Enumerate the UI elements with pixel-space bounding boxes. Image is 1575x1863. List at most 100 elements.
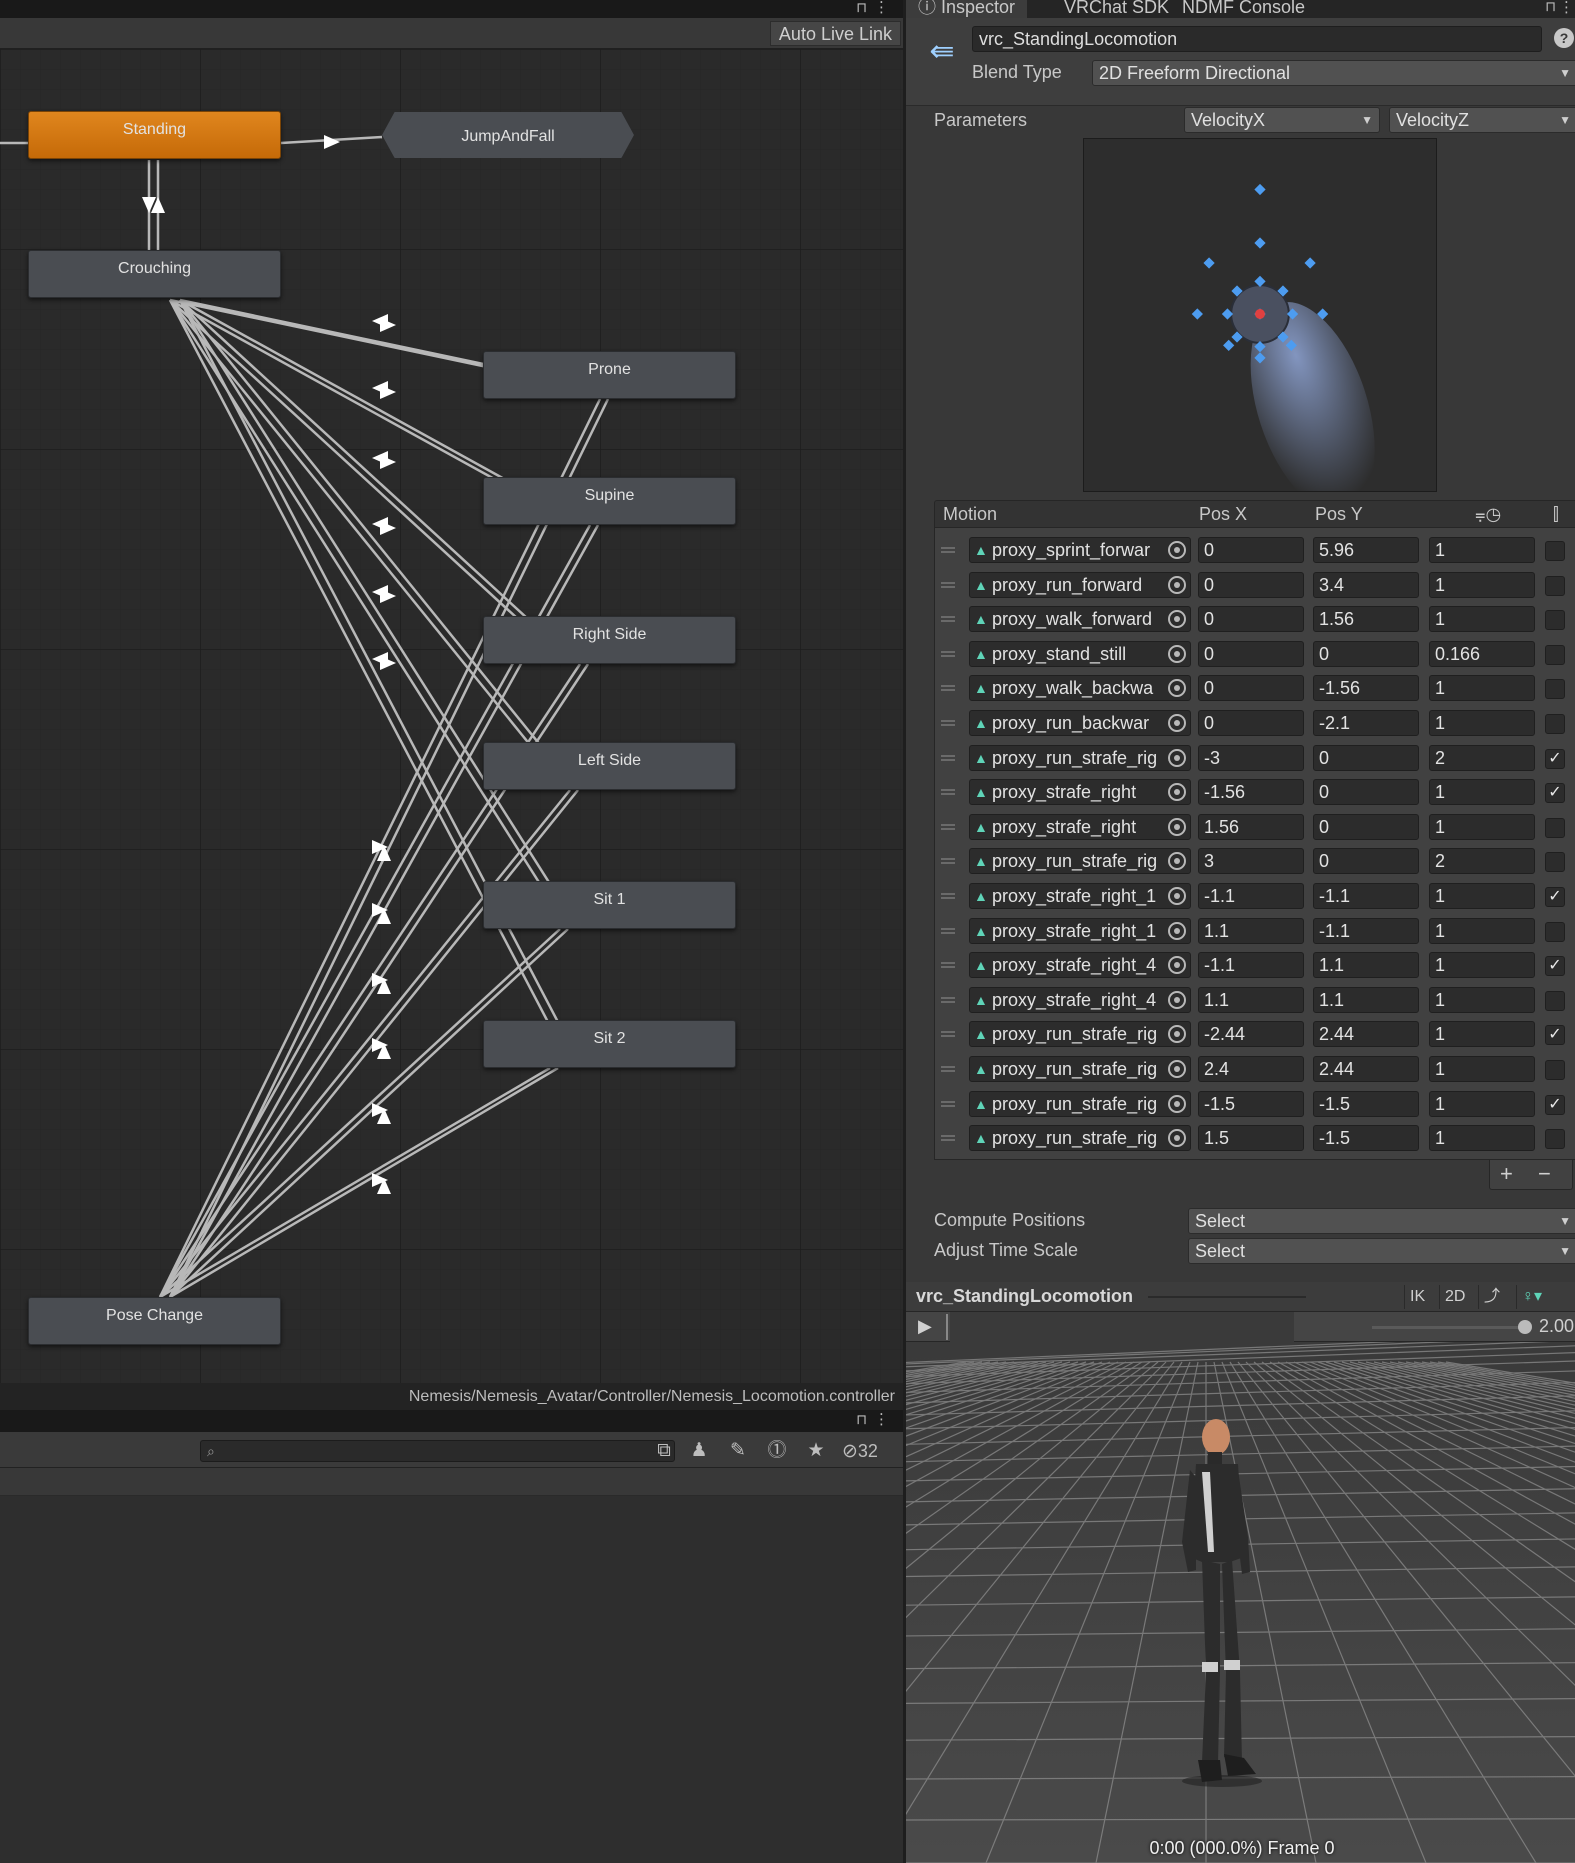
mirror-checkbox[interactable] [1545, 1129, 1565, 1150]
motion-row[interactable]: ▲ proxy_run_strafe_rig 3 0 2 [935, 845, 1575, 879]
pos-y-field[interactable]: -1.5 [1313, 1125, 1419, 1152]
motion-clip-field[interactable]: ▲ proxy_run_strafe_rig [969, 1056, 1191, 1082]
mirror-checkbox[interactable] [1545, 541, 1565, 561]
drag-handle-icon[interactable] [941, 581, 955, 588]
state-node-crouching[interactable]: Crouching [28, 250, 281, 298]
object-picker-icon[interactable] [1168, 783, 1186, 802]
time-scale-field[interactable]: 1 [1429, 571, 1535, 598]
motion-row[interactable]: ▲ proxy_stand_still 0 0 0.166 [935, 638, 1575, 672]
pos-x-field[interactable]: 1.1 [1198, 917, 1304, 944]
state-node-supine[interactable]: Supine [483, 477, 736, 525]
pos-x-field[interactable]: -1.1 [1198, 952, 1304, 979]
motion-row[interactable]: ▲ proxy_run_strafe_rig -3 0 2 ✓ [935, 742, 1575, 776]
motion-row[interactable]: ▲ proxy_strafe_right 1.56 0 1 [935, 811, 1575, 845]
drag-handle-icon[interactable] [941, 962, 955, 969]
state-node-jump-and-fall[interactable]: JumpAndFall [382, 112, 634, 158]
mirror-checkbox[interactable] [1545, 714, 1565, 734]
mirror-checkbox[interactable] [1545, 610, 1565, 631]
time-scale-field[interactable]: 1 [1429, 606, 1535, 633]
mirror-checkbox[interactable]: ✓ [1545, 887, 1565, 907]
time-scale-field[interactable]: 1 [1429, 1090, 1535, 1117]
drag-handle-icon[interactable] [941, 1100, 955, 1107]
mirror-checkbox[interactable]: ✓ [1545, 748, 1565, 769]
pos-x-field[interactable]: 0 [1198, 571, 1304, 598]
object-picker-icon[interactable] [1168, 748, 1186, 767]
motion-clip-field[interactable]: ▲ proxy_strafe_right_1 [969, 883, 1191, 909]
object-picker-icon[interactable] [1168, 541, 1186, 559]
warning-icon[interactable]: ⓵ [763, 1438, 791, 1464]
pos-y-field[interactable]: 3.4 [1313, 571, 1419, 598]
drag-handle-icon[interactable] [941, 547, 955, 553]
param-x-dropdown[interactable]: VelocityX ▼ [1184, 107, 1380, 133]
mirror-checkbox[interactable] [1545, 852, 1565, 873]
pos-y-field[interactable]: 0 [1313, 813, 1419, 840]
drag-handle-icon[interactable] [941, 1135, 955, 1142]
hierarchy-icon[interactable]: ♟ [685, 1438, 713, 1464]
preview-viewport[interactable]: 0:00 (000.0%) Frame 0 [906, 1342, 1575, 1863]
blend-tree-name-field[interactable]: vrc_StandingLocomotion [972, 26, 1542, 52]
pos-y-field[interactable]: 2.44 [1313, 1056, 1419, 1082]
avatar-select-icon[interactable]: ♀▾ [1516, 1285, 1547, 1309]
time-scale-field[interactable]: 1 [1429, 986, 1535, 1013]
time-scale-field[interactable]: 1 [1429, 813, 1535, 840]
hidden-eye-icon[interactable]: ⊘32 [842, 1438, 900, 1464]
compute-positions-dropdown[interactable]: Select ▼ [1188, 1208, 1575, 1234]
pos-y-field[interactable]: 1.1 [1313, 986, 1419, 1013]
drag-handle-icon[interactable] [941, 1031, 955, 1038]
object-picker-icon[interactable] [1168, 1060, 1186, 1078]
motion-row[interactable]: ▲ proxy_walk_forward 0 1.56 1 [935, 603, 1575, 637]
time-scale-field[interactable]: 1 [1429, 1125, 1535, 1152]
kebab-menu-icon[interactable]: ⋮ [874, 1410, 889, 1428]
pos-y-field[interactable]: 0 [1313, 779, 1419, 806]
state-node-prone[interactable]: Prone [483, 351, 736, 399]
motion-row[interactable]: ▲ proxy_strafe_right -1.56 0 1 ✓ [935, 776, 1575, 810]
pos-x-field[interactable]: 0 [1198, 606, 1304, 633]
pos-x-field[interactable]: -1.56 [1198, 779, 1304, 806]
mirror-checkbox[interactable] [1545, 1060, 1565, 1080]
ik-toggle[interactable]: IK [1404, 1285, 1430, 1309]
pos-y-field[interactable]: -2.1 [1313, 710, 1419, 736]
help-icon[interactable]: ? [1554, 28, 1574, 48]
drag-handle-icon[interactable] [941, 858, 955, 865]
time-scale-field[interactable]: 1 [1429, 779, 1535, 806]
state-node-sit1[interactable]: Sit 1 [483, 881, 736, 929]
motion-clip-field[interactable]: ▲ proxy_run_strafe_rig [969, 1125, 1191, 1152]
object-picker-icon[interactable] [1168, 610, 1186, 629]
motion-row[interactable]: ▲ proxy_run_strafe_rig -2.44 2.44 1 ✓ [935, 1018, 1575, 1052]
object-picker-icon[interactable] [1168, 887, 1186, 905]
motion-clip-field[interactable]: ▲ proxy_strafe_right_4 [969, 952, 1191, 979]
motion-row[interactable]: ▲ proxy_strafe_right_4 -1.1 1.1 1 ✓ [935, 949, 1575, 983]
2d-toggle[interactable]: 2D [1439, 1285, 1470, 1309]
mirror-checkbox[interactable] [1545, 679, 1565, 700]
speed-slider-handle[interactable] [1518, 1320, 1532, 1334]
tab-ndmf-console[interactable]: NDMF Console [1170, 0, 1317, 18]
pos-x-field[interactable]: 3 [1198, 848, 1304, 875]
motion-row[interactable]: ▲ proxy_strafe_right_4 1.1 1.1 1 [935, 984, 1575, 1018]
drag-handle-icon[interactable] [941, 650, 955, 657]
motion-clip-field[interactable]: ▲ proxy_run_forward [969, 571, 1191, 598]
tab-inspector[interactable]: ⓘ Inspector [906, 0, 1028, 18]
mirror-checkbox[interactable] [1545, 644, 1565, 665]
lock-icon[interactable]: ⊓ [1545, 0, 1556, 15]
mirror-checkbox[interactable]: ✓ [1545, 1094, 1565, 1115]
time-scale-field[interactable]: 1 [1429, 537, 1535, 563]
pos-y-field[interactable]: 0 [1313, 848, 1419, 875]
object-picker-icon[interactable] [1168, 1129, 1186, 1148]
speed-slider-track[interactable] [1372, 1326, 1524, 1329]
time-scale-field[interactable]: 1 [1429, 1021, 1535, 1048]
time-scale-field[interactable]: 1 [1429, 710, 1535, 736]
motion-clip-field[interactable]: ▲ proxy_run_backwar [969, 710, 1191, 736]
object-picker-icon[interactable] [1168, 679, 1186, 698]
mirror-checkbox[interactable] [1545, 990, 1565, 1011]
motion-clip-field[interactable]: ▲ proxy_stand_still [969, 640, 1191, 667]
pos-y-field[interactable]: 2.44 [1313, 1021, 1419, 1048]
adjust-time-scale-dropdown[interactable]: Select ▼ [1188, 1238, 1575, 1264]
motion-clip-field[interactable]: ▲ proxy_run_strafe_rig [969, 744, 1191, 771]
drag-handle-icon[interactable] [941, 893, 955, 899]
label-icon[interactable]: ✎ [724, 1438, 752, 1464]
object-picker-icon[interactable] [1168, 644, 1186, 663]
motion-clip-field[interactable]: ▲ proxy_strafe_right_1 [969, 917, 1191, 944]
time-scale-field[interactable]: 1 [1429, 952, 1535, 979]
object-picker-icon[interactable] [1168, 817, 1186, 836]
state-node-right-side[interactable]: Right Side [483, 616, 736, 664]
